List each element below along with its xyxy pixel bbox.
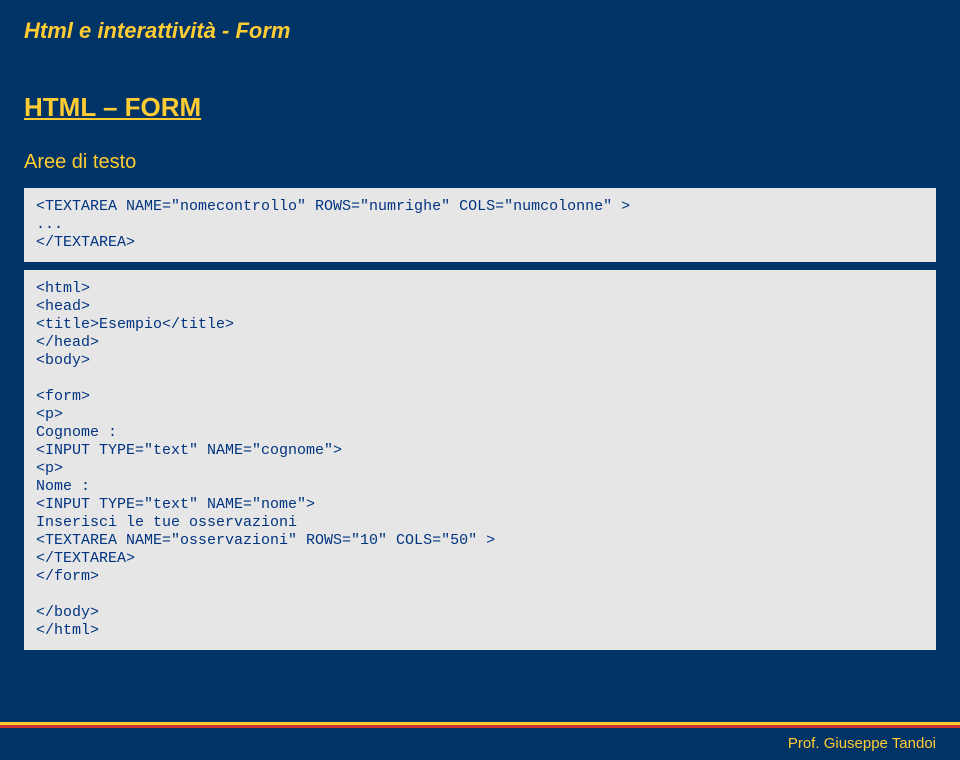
code-example-box: <html> <head> <title>Esempio</title> </h…	[24, 270, 936, 650]
sub-heading: Aree di testo	[0, 123, 960, 188]
section-heading: HTML – FORM	[0, 44, 960, 123]
footer-author: Prof. Giuseppe Tandoi	[788, 735, 936, 752]
code-syntax-box: <TEXTAREA NAME="nomecontrollo" ROWS="num…	[24, 188, 936, 262]
divider-red	[0, 725, 960, 728]
page-title: Html e interattività - Form	[0, 0, 960, 44]
footer-divider	[0, 722, 960, 728]
